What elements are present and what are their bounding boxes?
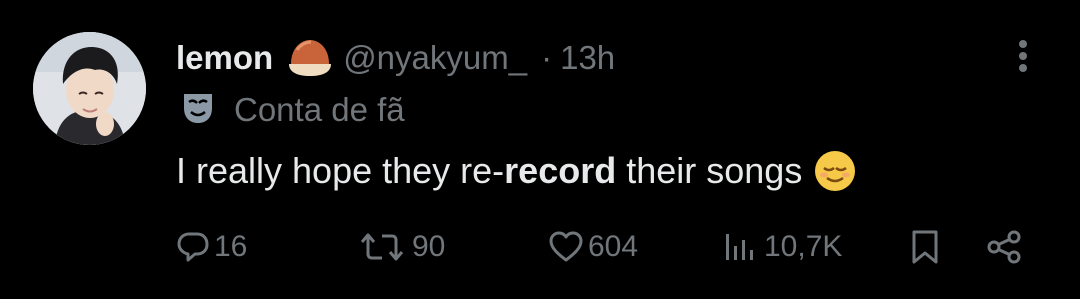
bookmark-button[interactable]	[908, 222, 942, 272]
tweet-text: I really hope they re-record their songs	[176, 150, 856, 192]
chestnut-emoji	[287, 38, 333, 78]
reply-count: 16	[214, 230, 248, 263]
repost-count: 90	[412, 230, 446, 263]
views-icon	[726, 234, 753, 260]
theater-masks-icon	[180, 90, 216, 131]
tweet-text-part: I really hope they re-	[176, 150, 505, 191]
reply-button[interactable]: 16	[176, 222, 247, 272]
views-count: 10,7K	[764, 230, 843, 263]
tweet-actions: 16 90 604 10,7K	[0, 222, 1080, 272]
like-button[interactable]: 604	[548, 222, 638, 272]
timestamp[interactable]: 13h	[560, 39, 615, 77]
avatar-image	[33, 32, 146, 145]
fan-account-label: Conta de fã	[180, 90, 405, 130]
relieved-face-emoji	[814, 150, 856, 192]
repost-button[interactable]: 90	[356, 222, 445, 272]
heart-icon	[549, 231, 583, 262]
separator-dot: ·	[541, 39, 553, 76]
reply-icon	[177, 232, 209, 262]
share-icon	[987, 230, 1021, 264]
bookmark-icon	[912, 230, 938, 264]
tweet-text-bold: record	[504, 150, 617, 191]
avatar[interactable]	[33, 32, 146, 145]
fan-account-text: Conta de fã	[234, 91, 405, 128]
views-button[interactable]: 10,7K	[722, 222, 842, 272]
repost-icon	[360, 233, 404, 261]
like-count: 604	[588, 230, 639, 263]
share-button[interactable]	[984, 222, 1024, 272]
user-handle[interactable]: @nyakyum_	[343, 39, 527, 77]
tweet[interactable]: lemon @nyakyum_ · 13h Conta de fã I real…	[0, 0, 1080, 299]
display-name[interactable]: lemon	[176, 39, 273, 77]
more-icon[interactable]	[1010, 38, 1036, 78]
tweet-text-part: their songs	[616, 150, 803, 191]
tweet-header: lemon @nyakyum_ · 13h	[176, 36, 615, 80]
